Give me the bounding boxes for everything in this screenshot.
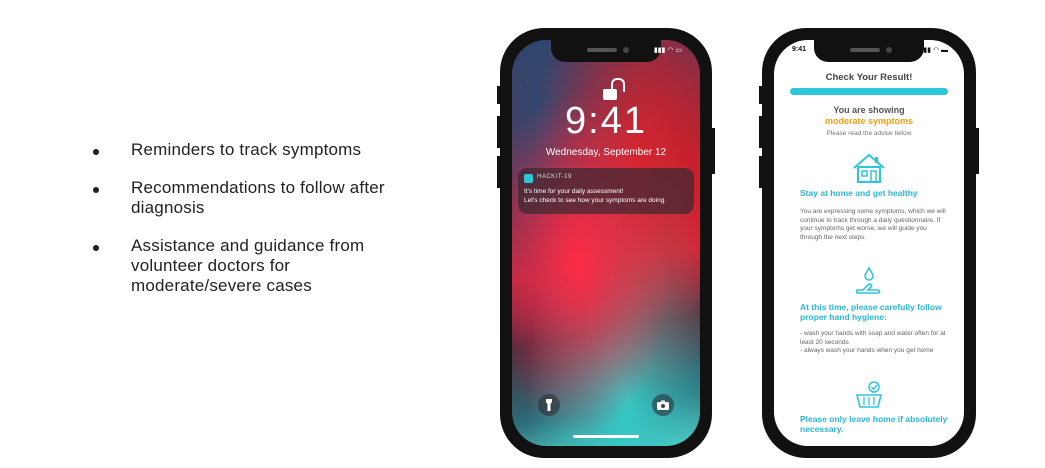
bullet-dot xyxy=(93,187,99,193)
status-time: 9:41 xyxy=(792,46,807,53)
bullet-dot xyxy=(93,149,99,155)
feature-text: Reminders to track symptoms xyxy=(131,140,362,159)
volume-up-button xyxy=(759,116,762,148)
mute-switch xyxy=(497,86,500,104)
feature-item: Reminders to track symptoms xyxy=(90,140,450,160)
result-screen-phone: 9:41 ▮▮▮ ◠ ▬ Check Your Result! You are … xyxy=(759,28,979,458)
showing-line: You are showing xyxy=(833,105,905,115)
read-advice: Please read the advice below xyxy=(826,130,912,137)
volume-up-button xyxy=(497,116,500,148)
section-body: You are expressing some symptoms, which … xyxy=(800,208,946,241)
status-icons: ▮▮▮ ◠ ▬ xyxy=(919,47,948,54)
lock-screen-phone: ▮▮▮ ◠ ▭ 9:41 Wednesday, September 12 HAC… xyxy=(497,28,715,458)
section-heading: At this time, please carefully follow pr… xyxy=(800,302,942,322)
notification-line2: Let's check to see how your symptoms are… xyxy=(524,197,667,204)
lock-time: 9:41 xyxy=(565,100,647,142)
mute-switch xyxy=(759,86,762,104)
section-body: - wash your hands with soap and water of… xyxy=(800,330,946,354)
feature-text: Assistance and guidance from volunteer d… xyxy=(131,236,365,295)
basket-icon xyxy=(854,380,884,415)
lock-screen: ▮▮▮ ◠ ▭ 9:41 Wednesday, September 12 HAC… xyxy=(512,40,700,446)
section-heading: Please only leave home if absolutely nec… xyxy=(800,414,948,434)
notch xyxy=(814,40,924,62)
status-icons: ▮▮▮ ◠ ▭ xyxy=(653,47,682,54)
bullet-dot xyxy=(93,245,99,251)
volume-down-button xyxy=(497,156,500,188)
section-heading: Stay at home and get healthy xyxy=(800,188,918,198)
notification-app-name: HACKIT-19 xyxy=(537,174,572,180)
flashlight-icon[interactable] xyxy=(538,394,560,416)
lock-date: Wednesday, September 12 xyxy=(545,147,667,158)
hand-wash-icon xyxy=(854,266,884,303)
notification-line1: It's time for your daily assessment! xyxy=(524,188,624,195)
result-title: Check Your Result! xyxy=(825,72,913,83)
feature-list: Reminders to track symptoms Recommendati… xyxy=(90,140,450,314)
camera-icon[interactable] xyxy=(652,394,674,416)
feature-item: Recommendations to follow after diagnosi… xyxy=(90,178,450,218)
home-indicator[interactable] xyxy=(573,435,639,438)
severity-label: moderate symptoms xyxy=(824,116,914,126)
result-summary: You are showing moderate symptoms xyxy=(774,105,964,127)
house-icon xyxy=(851,152,887,189)
notification-card[interactable]: HACKIT-19 It's time for your daily asses… xyxy=(518,168,694,214)
result-progress-bar xyxy=(790,88,948,95)
feature-text: Recommendations to follow after diagnosi… xyxy=(131,178,385,217)
side-button xyxy=(976,128,979,174)
app-icon xyxy=(524,174,533,183)
feature-item: Assistance and guidance from volunteer d… xyxy=(90,236,450,296)
volume-down-button xyxy=(759,156,762,188)
notch xyxy=(551,40,661,62)
side-button xyxy=(712,128,715,174)
result-screen: 9:41 ▮▮▮ ◠ ▬ Check Your Result! You are … xyxy=(774,40,964,446)
